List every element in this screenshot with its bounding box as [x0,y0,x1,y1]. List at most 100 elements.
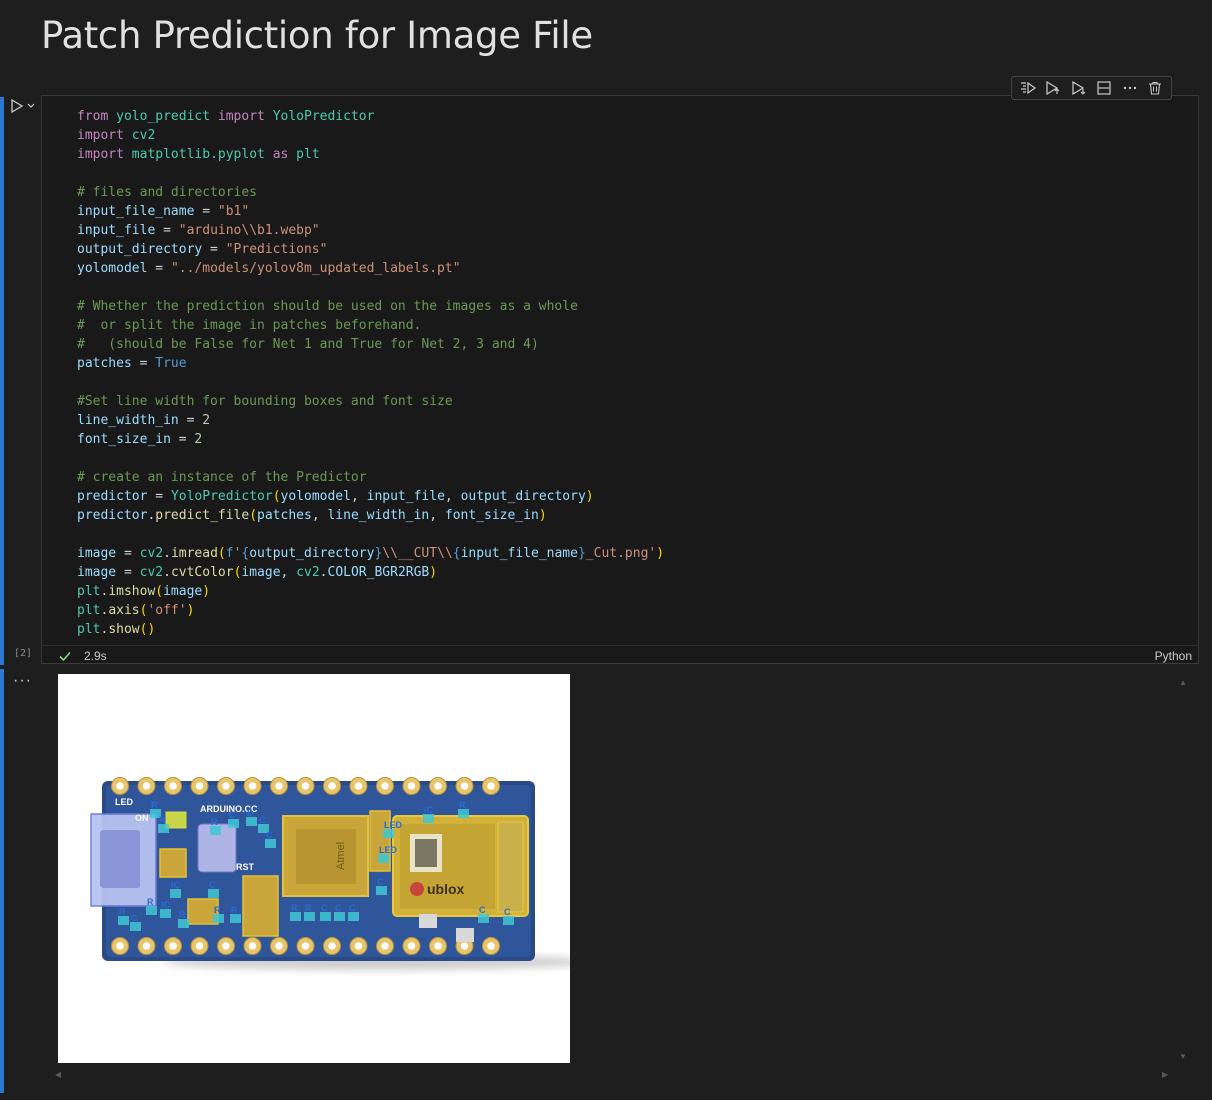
code-line: predictor.predict_file(patches, line_wid… [77,508,547,523]
detection-box [228,819,239,828]
scroll-down-arrow[interactable]: ▼ [1179,1052,1187,1061]
output-focus-bar [0,669,4,1093]
detection-label: LED [384,820,403,830]
detection-label: C [335,903,342,913]
execute-below-button[interactable] [1068,78,1090,98]
pin-hole [222,942,230,950]
pin-hole [195,782,204,790]
detection-label: C [349,903,356,913]
pin-hole [407,782,416,790]
pin-hole [142,942,151,950]
code-line: plt.axis('off') [77,603,195,618]
split-cell-button[interactable] [1093,78,1115,98]
pin-hole [460,782,469,790]
more-icon [1123,86,1136,90]
pin-hole [487,782,495,790]
detection-box [158,824,169,833]
detection-label: R [179,910,186,920]
detection-label: C [504,907,511,917]
pin-hole [169,942,177,950]
execute-above-icon [1046,81,1060,95]
detection-box [378,854,389,863]
code-line: yolomodel = "../models/yolov8m_updated_l… [77,261,461,276]
board-silkscreen-led: LED [115,797,134,807]
pin-hole [275,782,283,790]
code-text[interactable]: from yolo_predict import YoloPredictor i… [77,107,664,639]
code-line: line_width_in = 2 [77,413,211,428]
code-line: input_file = "arduino\\b1.webp" [77,223,320,238]
detection-label: R [459,800,466,810]
detection-box [265,839,276,848]
pin-hole [381,782,389,790]
code-line: plt.show() [77,622,156,637]
code-line: from yolo_predict import YoloPredictor [77,109,375,124]
detection-label: R [305,903,312,913]
run-by-line-button[interactable] [1017,78,1039,98]
trash-icon [1149,81,1162,95]
code-line: patches = True [77,356,187,371]
detection-label: LED [379,845,398,855]
pin-hole [275,942,283,950]
pin-hole [248,782,257,790]
detection-box [213,914,224,923]
detection-box [383,829,394,838]
output-more-button[interactable]: ··· [13,672,32,690]
detection-box [334,912,345,921]
detection-box [178,919,189,928]
detection-label: R [159,815,166,825]
pin-hole [407,942,416,950]
detection-box [118,916,129,925]
execution-count: [2] [14,648,33,659]
pin-hole [434,782,442,790]
pin-hole [248,942,257,950]
scroll-up-arrow[interactable]: ▲ [1179,678,1187,687]
arduino-board-detection-image: Atmel ublox ARDUINO.CC ON LED RST RR RC CC… [90,777,570,970]
execute-above-button[interactable] [1042,78,1064,98]
detection-label: IC [424,805,434,815]
detection-box [210,826,221,835]
output-image: Atmel ublox ARDUINO.CC ON LED RST RRRCCC… [58,674,570,1063]
board-silkscreen-rst: RST [236,862,255,872]
cell-status-bar: 2.9s Python [42,645,1198,666]
execute-below-icon [1072,81,1086,95]
code-line: # (should be False for Net 1 and True fo… [77,337,539,352]
detection-label: IC [161,900,171,910]
code-cell-editor[interactable]: from yolo_predict import YoloPredictor i… [41,95,1199,664]
pin-hole [434,942,442,950]
detection-label: R [119,907,126,917]
code-line: image = cv2.cvtColor(image, cv2.COLOR_BG… [77,565,438,580]
language-selector[interactable]: Python [1155,649,1192,663]
pin-hole [116,942,124,950]
cell-focus-bar [0,97,4,665]
detection-label: C [229,810,236,820]
pin-hole [487,942,495,950]
detection-box [130,922,141,931]
detection-box [290,912,301,921]
run-cell-button[interactable] [10,97,36,115]
code-line: # files and directories [77,185,258,200]
code-line: # or split the image in patches beforeha… [77,318,422,333]
pin-hole [169,782,177,790]
code-line: plt.imshow(image) [77,584,211,599]
svg-text:Atmel: Atmel [335,842,347,870]
code-line: # Whether the prediction should be used … [77,299,578,314]
more-actions-button[interactable] [1119,78,1141,98]
code-line: #Set line width for bounding boxes and f… [77,394,453,409]
detection-box [503,916,514,925]
pin-hole [328,942,336,950]
delete-cell-button[interactable] [1144,78,1166,98]
check-icon [59,651,71,662]
detection-box [458,809,469,818]
board-silkscreen-on: ON [135,813,149,823]
pin-hole [301,782,310,790]
detection-box [320,912,331,921]
split-cell-icon [1097,81,1111,95]
detection-label: C [321,903,328,913]
scroll-right-arrow[interactable]: ▶ [1162,1070,1168,1079]
pin-hole [354,782,363,790]
scroll-left-arrow[interactable]: ◀ [55,1070,61,1079]
code-line: image = cv2.imread(f'{output_directory}\… [77,546,665,561]
markdown-heading: Patch Prediction for Image File [41,14,593,57]
detection-box [376,886,387,895]
detection-label: C [259,815,266,825]
